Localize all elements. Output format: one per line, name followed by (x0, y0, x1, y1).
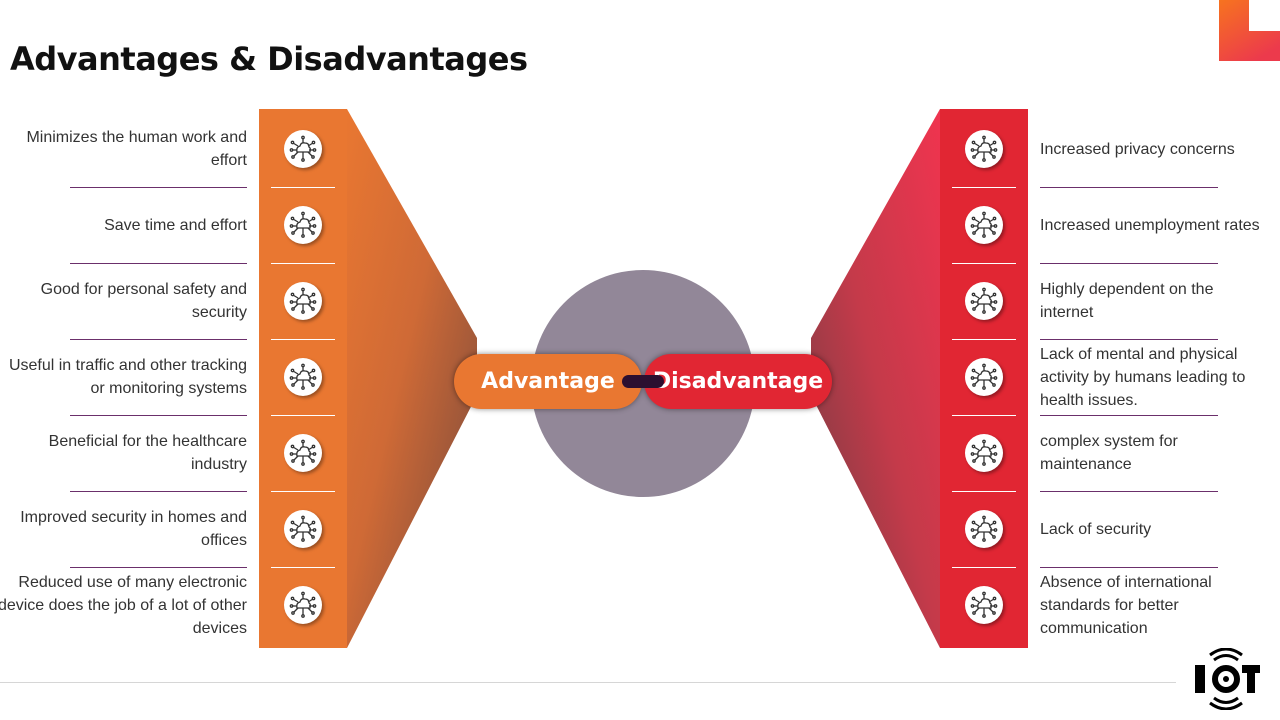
cloud-network-icon (284, 510, 322, 548)
disadvantage-icon-cell (940, 187, 1028, 263)
advantage-item-text: Save time and effort (104, 216, 247, 234)
cloud-network-icon (965, 206, 1003, 244)
cloud-network-icon (965, 434, 1003, 472)
disadvantage-icon-cell (940, 111, 1028, 187)
item-divider (1040, 567, 1218, 568)
item-divider (70, 339, 247, 340)
cloud-network-icon (284, 282, 322, 320)
item-divider (1040, 263, 1218, 264)
advantage-bar (259, 109, 347, 648)
advantage-icon-cell (259, 339, 347, 415)
cloud-network-icon (284, 130, 322, 168)
advantage-icon-cell (259, 415, 347, 491)
cloud-network-icon (965, 358, 1003, 396)
iot-logo-icon (1195, 648, 1260, 710)
advantage-icon-cell (259, 187, 347, 263)
disadvantage-icon-cell (940, 491, 1028, 567)
advantage-icon-cell (259, 111, 347, 187)
item-divider (1040, 415, 1218, 416)
cloud-network-icon (284, 206, 322, 244)
item-divider (1040, 187, 1218, 188)
disadvantage-icon-cell (940, 263, 1028, 339)
cloud-network-icon (284, 358, 322, 396)
advantage-item-text: Reduced use of many electronic device do… (0, 573, 247, 637)
cloud-network-icon (284, 434, 322, 472)
cloud-network-icon (965, 510, 1003, 548)
pill-connector (622, 375, 664, 388)
disadvantage-item-text: Increased unemployment rates (1040, 216, 1260, 234)
advantage-icon-cell (259, 263, 347, 339)
cloud-network-icon (965, 282, 1003, 320)
advantage-icon-cell (259, 567, 347, 643)
advantage-item-text: Useful in traffic and other tracking or … (8, 357, 247, 397)
disadvantage-pill: Disadvantage (644, 354, 832, 409)
advantage-item-text: Beneficial for the healthcare industry (48, 433, 247, 473)
disadvantage-bar (940, 109, 1028, 648)
footer-rule (0, 682, 1176, 683)
item-divider (70, 187, 247, 188)
item-divider (1040, 339, 1218, 340)
item-divider (70, 263, 247, 264)
item-divider (70, 491, 247, 492)
item-divider (70, 567, 247, 568)
item-divider (1040, 491, 1218, 492)
disadvantage-item-text: Absence of international standards for b… (1040, 573, 1212, 637)
disadvantage-icon-cell (940, 339, 1028, 415)
disadvantage-item-text: Highly dependent on the internet (1040, 281, 1214, 321)
item-divider (70, 415, 247, 416)
cloud-network-icon (965, 586, 1003, 624)
advantage-pill: Advantage (454, 354, 642, 409)
advantage-icon-cell (259, 491, 347, 567)
cloud-network-icon (284, 586, 322, 624)
disadvantage-icon-cell (940, 567, 1028, 643)
disadvantage-item-text: Lack of security (1040, 520, 1152, 538)
disadvantage-item-text: Increased privacy concerns (1040, 140, 1235, 158)
advantage-item-text: Improved security in homes and offices (20, 509, 247, 549)
disadvantage-item-text: complex system for maintenance (1040, 433, 1178, 473)
disadvantage-item-text: Lack of mental and physical activity by … (1040, 345, 1246, 409)
advantage-item-text: Minimizes the human work and effort (26, 129, 247, 169)
cloud-network-icon (965, 130, 1003, 168)
disadvantage-icon-cell (940, 415, 1028, 491)
advantage-item-text: Good for personal safety and security (40, 281, 247, 321)
